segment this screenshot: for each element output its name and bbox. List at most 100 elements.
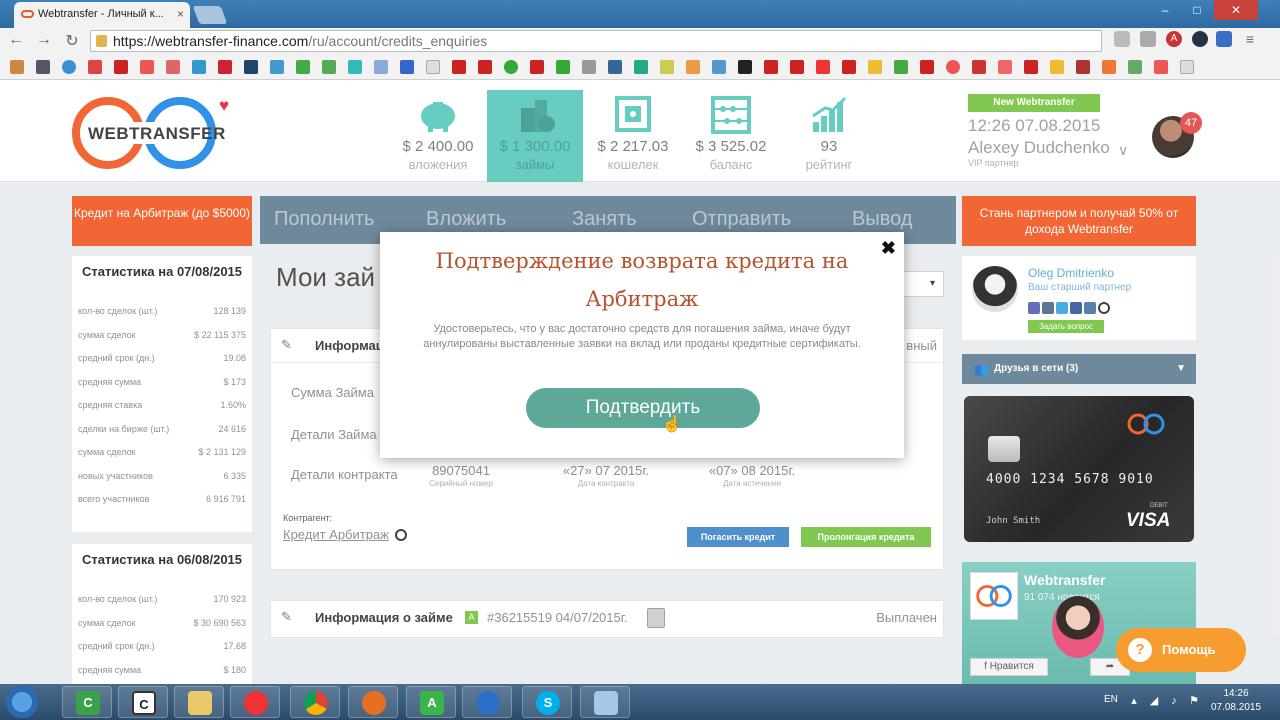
confirm-button[interactable]: Подтвердить bbox=[526, 388, 760, 428]
bookmark-icon[interactable] bbox=[1076, 60, 1090, 74]
browser-toolbar: ← → ↻ https://webtransfer-finance.com/ru… bbox=[0, 28, 1280, 74]
language-indicator[interactable]: EN bbox=[1104, 694, 1118, 705]
bookmark-icon[interactable] bbox=[790, 60, 804, 74]
url-host: https://webtransfer-finance.com bbox=[113, 33, 309, 49]
webtransfer-page: WEBTRANSFER ♥ $ 2 400.00 вложения $ 1 30… bbox=[0, 80, 1280, 684]
bookmark-icon[interactable] bbox=[504, 60, 518, 74]
menu-icon[interactable]: ≡ bbox=[1242, 31, 1258, 47]
bookmark-icon[interactable] bbox=[608, 60, 622, 74]
bookmark-icon[interactable] bbox=[244, 60, 258, 74]
window-icon bbox=[594, 691, 618, 715]
new-tab-button[interactable] bbox=[192, 6, 228, 24]
bookmark-icon[interactable] bbox=[88, 60, 102, 74]
bookmark-icon[interactable] bbox=[10, 60, 24, 74]
bookmark-icon[interactable] bbox=[660, 60, 674, 74]
bookmark-icon[interactable] bbox=[426, 60, 440, 74]
bookmark-icon[interactable] bbox=[192, 60, 206, 74]
windows-taskbar: C C A S EN ▴ ◢ ♪ ⚑ 14:26 07.08.2015 bbox=[0, 684, 1280, 720]
camtasia-icon: C bbox=[76, 691, 100, 715]
bookmark-icon[interactable] bbox=[686, 60, 700, 74]
minimize-icon[interactable]: – bbox=[1150, 0, 1180, 20]
bookmark-icon[interactable] bbox=[374, 60, 388, 74]
chrome-icon bbox=[304, 691, 328, 715]
bookmark-icon[interactable] bbox=[1154, 60, 1168, 74]
bookmark-icon[interactable] bbox=[114, 60, 128, 74]
bookmark-icon[interactable] bbox=[582, 60, 596, 74]
firefox-icon bbox=[362, 691, 386, 715]
bookmark-icon[interactable] bbox=[322, 60, 336, 74]
bookmark-icon[interactable] bbox=[62, 60, 76, 74]
bookmark-icon[interactable] bbox=[1180, 60, 1194, 74]
address-bar[interactable]: https://webtransfer-finance.com/ru/accou… bbox=[90, 30, 1102, 52]
bookmark-icon[interactable] bbox=[452, 60, 466, 74]
network-icon[interactable]: ◢ bbox=[1148, 695, 1160, 707]
taskbar-app[interactable] bbox=[580, 686, 630, 718]
extension-icon[interactable] bbox=[1192, 31, 1208, 47]
clock-time[interactable]: 14:26 bbox=[1208, 688, 1264, 699]
taskbar-app[interactable] bbox=[348, 686, 398, 718]
bookmark-icon[interactable] bbox=[712, 60, 726, 74]
browser-tab-bar: Webtransfer - Личный к... × – □ ✕ bbox=[0, 0, 1280, 28]
taskbar-app[interactable] bbox=[462, 686, 512, 718]
bookmark-icon[interactable] bbox=[764, 60, 778, 74]
bookmark-icon[interactable] bbox=[348, 60, 362, 74]
bookmark-icon[interactable] bbox=[946, 60, 960, 74]
bookmark-icon[interactable] bbox=[556, 60, 570, 74]
extension-icon[interactable] bbox=[1140, 31, 1156, 47]
bookmark-icon[interactable] bbox=[400, 60, 414, 74]
flag-icon[interactable]: ⚑ bbox=[1188, 695, 1200, 707]
modal-title: Подтверждение возврата кредита на Арбитр… bbox=[435, 249, 849, 311]
tray-arrow-icon[interactable]: ▴ bbox=[1128, 695, 1140, 707]
app-a-icon: A bbox=[420, 691, 444, 715]
bookmark-icon[interactable] bbox=[530, 60, 544, 74]
forward-icon[interactable]: → bbox=[34, 31, 54, 49]
url-path: /ru/account/credits_enquiries bbox=[308, 33, 488, 49]
taskbar-app[interactable] bbox=[290, 686, 340, 718]
bookmark-icon[interactable] bbox=[1128, 60, 1142, 74]
bookmark-icon[interactable] bbox=[1102, 60, 1116, 74]
reload-icon[interactable]: ↻ bbox=[62, 31, 82, 51]
volume-icon[interactable]: ♪ bbox=[1168, 695, 1180, 707]
bookmark-icon[interactable] bbox=[920, 60, 934, 74]
extension-icon[interactable] bbox=[1114, 31, 1130, 47]
modal-text: Удостоверьтесь, что у вас достаточно сре… bbox=[423, 323, 861, 350]
bookmark-icon[interactable] bbox=[36, 60, 50, 74]
bookmark-icon[interactable] bbox=[842, 60, 856, 74]
bookmark-icon[interactable] bbox=[1024, 60, 1038, 74]
taskbar-app[interactable]: C bbox=[118, 686, 168, 718]
extension-icon[interactable] bbox=[1216, 31, 1232, 47]
bookmark-icon[interactable] bbox=[166, 60, 180, 74]
window-close-icon[interactable]: ✕ bbox=[1214, 0, 1258, 20]
taskbar-app[interactable]: C bbox=[62, 686, 112, 718]
bookmark-icon[interactable] bbox=[1050, 60, 1064, 74]
taskbar-app[interactable] bbox=[230, 686, 280, 718]
bookmark-icon[interactable] bbox=[868, 60, 882, 74]
bookmark-icon[interactable] bbox=[140, 60, 154, 74]
bookmark-icon[interactable] bbox=[738, 60, 752, 74]
ball-app-icon bbox=[244, 691, 268, 715]
bookmark-icon[interactable] bbox=[998, 60, 1012, 74]
confirm-repayment-modal: ✖ Подтверждение возврата кредита на Арби… bbox=[380, 232, 904, 458]
bookmark-icon[interactable] bbox=[894, 60, 908, 74]
maximize-icon[interactable]: □ bbox=[1182, 0, 1212, 20]
bookmark-icon[interactable] bbox=[218, 60, 232, 74]
bookmark-icon[interactable] bbox=[816, 60, 830, 74]
tab-title: Webtransfer - Личный к... bbox=[38, 8, 164, 20]
bookmark-icon[interactable] bbox=[270, 60, 284, 74]
taskbar-app[interactable]: S bbox=[522, 686, 572, 718]
webtransfer-favicon-icon bbox=[21, 10, 34, 18]
skype-icon: S bbox=[536, 691, 560, 715]
back-icon[interactable]: ← bbox=[6, 31, 26, 49]
bookmark-icon[interactable] bbox=[972, 60, 986, 74]
bookmark-icon[interactable] bbox=[296, 60, 310, 74]
abp-extension-icon[interactable]: A bbox=[1166, 31, 1182, 47]
windows-start-icon[interactable] bbox=[4, 685, 40, 719]
clock-date[interactable]: 07.08.2015 bbox=[1208, 702, 1264, 713]
browser-tab[interactable]: Webtransfer - Личный к... × bbox=[14, 2, 190, 28]
bookmark-icon[interactable] bbox=[478, 60, 492, 74]
taskbar-app[interactable]: A bbox=[406, 686, 456, 718]
tab-close-icon[interactable]: × bbox=[177, 2, 184, 26]
lock-icon bbox=[96, 35, 107, 47]
taskbar-app[interactable] bbox=[174, 686, 224, 718]
bookmark-icon[interactable] bbox=[634, 60, 648, 74]
